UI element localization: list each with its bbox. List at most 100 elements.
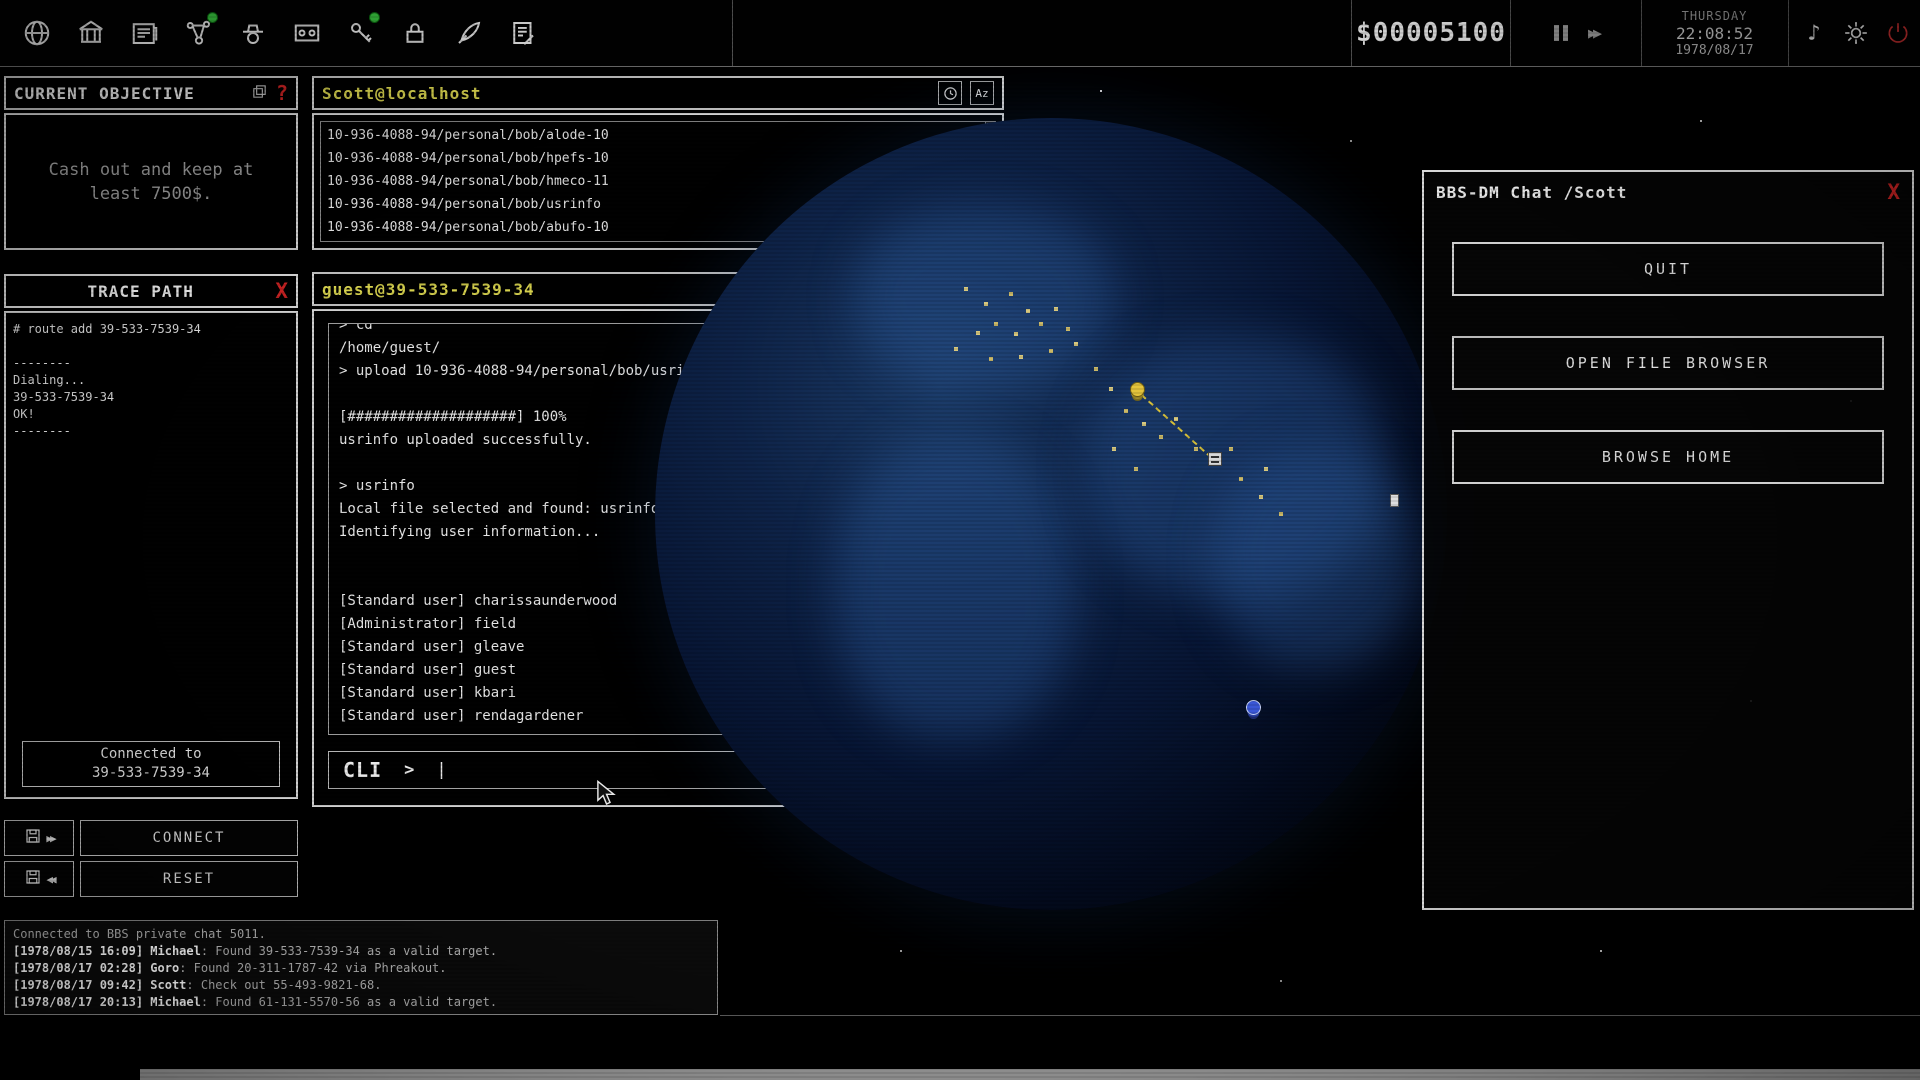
map-bank-marker-icon[interactable] (1246, 700, 1261, 715)
chat-user: Goro (150, 961, 179, 975)
gear-icon[interactable] (1836, 8, 1876, 58)
quill-icon[interactable] (442, 8, 496, 58)
weekday-label: THURSDAY (1682, 8, 1748, 25)
objective-text-line2: least 7500$. (90, 182, 213, 206)
clock-date: 1978/08/17 (1675, 42, 1753, 59)
file-name: 10-936-4088-94/personal/bob/hpefs-10 (327, 151, 949, 166)
divider (1510, 0, 1511, 66)
floppy-icon (24, 827, 42, 849)
fast-forward-icon: ▶▶ (46, 832, 53, 845)
money-display: $00005100 (1352, 0, 1510, 66)
file-row[interactable]: 10-936-4088-94/personal/bob/alode-10 ↑ (321, 124, 983, 147)
divider (1788, 0, 1789, 66)
floppy-icon (24, 868, 42, 890)
reset-button[interactable]: RESET (80, 861, 298, 897)
quit-button[interactable]: QUIT (1452, 242, 1884, 296)
sort-time-icon[interactable] (938, 81, 962, 105)
chat-line: [1978/08/17 09:42] Scott: Check out 55-4… (13, 977, 709, 994)
bbs-title-bar: BBS-DM Chat /Scott X (1424, 172, 1912, 212)
chat-text: Connected to BBS private chat 5011. (13, 927, 266, 941)
app-icon-row (10, 0, 550, 66)
music-icon[interactable]: ♪ (1794, 8, 1834, 58)
map-relay-node-icon[interactable] (1390, 494, 1399, 507)
landmass-east (1215, 448, 1415, 668)
trace-body: # route add 39-533-7539-34 -------- Dial… (4, 311, 298, 799)
time-controls: ▶▶ (1512, 0, 1640, 66)
cassette-icon[interactable] (280, 8, 334, 58)
save-route-forward-button[interactable]: ▶▶ (4, 820, 74, 856)
news-icon[interactable] (118, 8, 172, 58)
save-route-rewind-button[interactable]: ◀◀ (4, 861, 74, 897)
bank-icon[interactable] (64, 8, 118, 58)
city-lights (655, 118, 657, 120)
trace-title-bar: TRACE PATH X (4, 274, 298, 308)
objective-panel: CURRENT OBJECTIVE ? Cash out and keep at… (4, 76, 298, 250)
bbs-dm-chat-panel: BBS-DM Chat /Scott X QUIT OPEN FILE BROW… (1422, 170, 1914, 910)
divider (720, 1015, 1920, 1016)
pause-button[interactable] (1554, 25, 1568, 41)
network-icon[interactable] (172, 8, 226, 58)
connection-status: Connected to 39-533-7539-34 (22, 741, 280, 787)
close-icon[interactable]: X (275, 281, 288, 302)
cli-caret: | (436, 760, 446, 780)
chat-text: : Found 61-131-5570-56 as a valid target… (201, 995, 497, 1009)
objective-title-bar: CURRENT OBJECTIVE ? (4, 76, 298, 110)
trace-log-line: # route add 39-533-7539-34 (13, 321, 289, 338)
chat-line: [1978/08/17 02:28] Goro: Found 20-311-17… (13, 960, 709, 977)
remote-title: guest@39-533-7539-34 (322, 280, 535, 299)
landmass-africa (835, 438, 1075, 738)
chat-line: [1978/08/17 20:13] Michael: Found 61-131… (13, 994, 709, 1011)
power-icon[interactable] (1878, 8, 1918, 58)
chat-line: [1978/08/15 16:09] Michael: Found 39-533… (13, 943, 709, 960)
chat-user: Michael (150, 995, 201, 1009)
localhost-title: Scott@localhost (322, 84, 482, 103)
bbs-title: BBS-DM Chat /Scott (1436, 183, 1627, 202)
trace-log-line: -------- (13, 355, 289, 372)
datetime-display: THURSDAY 22:08:52 1978/08/17 (1641, 0, 1788, 66)
trace-log-line (13, 338, 289, 355)
keys-icon[interactable] (334, 8, 388, 58)
chat-text: : Check out 55-493-9821-68. (186, 978, 381, 992)
lock-icon[interactable] (388, 8, 442, 58)
chat-time: [1978/08/15 16:09] (13, 944, 150, 958)
chat-text: : Found 39-533-7539-34 as a valid target… (201, 944, 497, 958)
trace-log-line: 39-533-7539-34 (13, 389, 289, 406)
chat-time: [1978/08/17 09:42] (13, 978, 150, 992)
chat-line: Connected to BBS private chat 5011. (13, 926, 709, 943)
landmass-europe (855, 208, 1115, 388)
trace-log-line: OK! (13, 406, 289, 423)
map-cash-marker-icon[interactable] (1130, 382, 1145, 397)
notes-icon[interactable] (496, 8, 550, 58)
objective-text-line1: Cash out and keep at (49, 158, 254, 182)
chat-text: : Found 20-311-1787-42 via Phreakout. (179, 961, 446, 975)
trace-log-line: Dialing... (13, 372, 289, 389)
divider (732, 0, 733, 66)
help-button[interactable]: ? (276, 81, 288, 105)
rewind-icon: ◀◀ (46, 873, 53, 886)
objective-body: Cash out and keep at least 7500$. (4, 113, 298, 250)
trace-path-panel: TRACE PATH X # route add 39-533-7539-34 … (4, 274, 298, 799)
cli-label: CLI (343, 758, 382, 782)
trace-title: TRACE PATH (14, 282, 267, 301)
map-target-server-icon[interactable] (1208, 452, 1222, 466)
globe-icon[interactable] (10, 8, 64, 58)
connect-button[interactable]: CONNECT (80, 820, 298, 856)
sort-alpha-button[interactable]: Az (970, 81, 994, 105)
world-map-globe[interactable] (655, 118, 1447, 910)
bbs-chat-log: Connected to BBS private chat 5011. [197… (4, 920, 718, 1015)
cli-prompt: > (404, 760, 414, 780)
top-bar: $00005100 ▶▶ THURSDAY 22:08:52 1978/08/1… (0, 0, 1920, 67)
file-name: 10-936-4088-94/personal/bob/alode-10 (327, 128, 949, 143)
fast-forward-button[interactable]: ▶▶ (1588, 24, 1598, 42)
close-icon[interactable]: X (1887, 182, 1900, 203)
objective-title: CURRENT OBJECTIVE (14, 84, 195, 103)
chat-time: [1978/08/17 02:28] (13, 961, 150, 975)
browse-home-button[interactable]: BROWSE HOME (1452, 430, 1884, 484)
spy-icon[interactable] (226, 8, 280, 58)
notification-badge (207, 12, 218, 23)
restore-window-icon[interactable] (251, 83, 268, 104)
open-file-browser-button[interactable]: OPEN FILE BROWSER (1452, 336, 1884, 390)
chat-user: Michael (150, 944, 201, 958)
chat-time: [1978/08/17 20:13] (13, 995, 150, 1009)
bottom-scrollbar[interactable] (140, 1069, 1920, 1080)
